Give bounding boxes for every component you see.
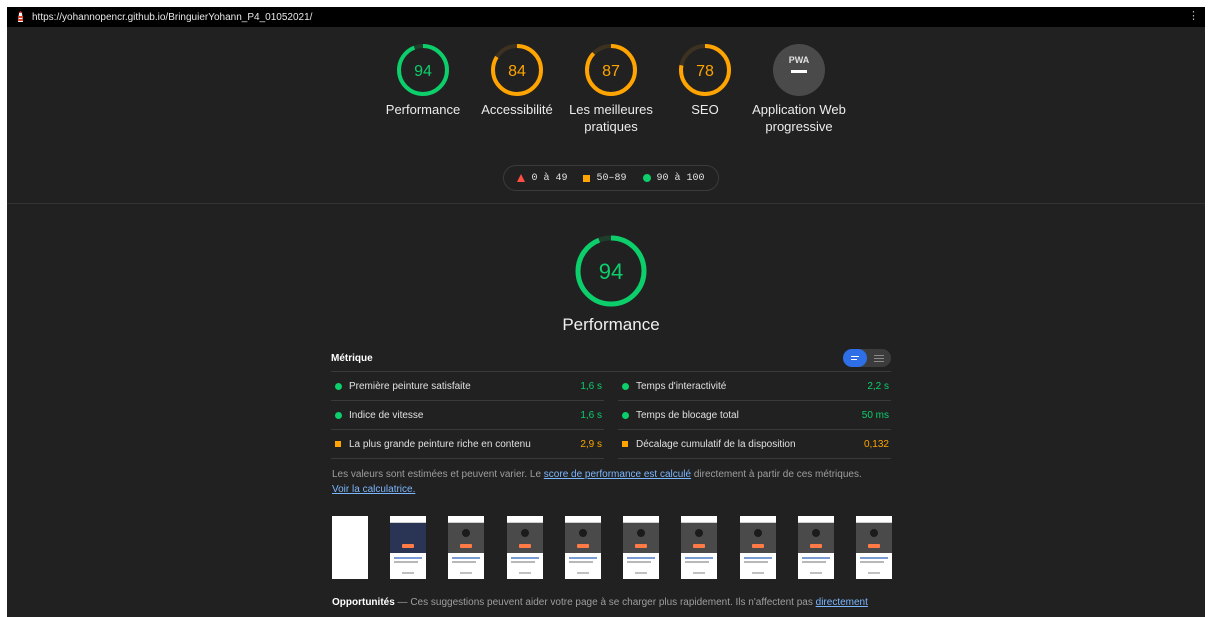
score-gauge: 94 bbox=[575, 235, 647, 307]
metric-value: 1,6 s bbox=[580, 380, 602, 392]
pass-dot-icon bbox=[335, 411, 342, 419]
metric-name: Première peinture satisfaite bbox=[349, 380, 471, 392]
filmstrip-frame bbox=[448, 516, 485, 579]
filmstrip-frame bbox=[681, 516, 718, 579]
gauge-score: 94 bbox=[414, 63, 432, 80]
metric-first-contentful-paint: Première peinture satisfaite 1,6 s bbox=[331, 372, 604, 401]
report-url[interactable]: https://yohannopencr.github.io/Bringuier… bbox=[32, 12, 312, 23]
lighthouse-icon bbox=[18, 11, 23, 22]
metrics-section: Métrique Première peinture satisfaite 1,… bbox=[331, 345, 891, 459]
metric-name: Temps de blocage total bbox=[636, 409, 739, 421]
pass-dot-icon bbox=[622, 411, 629, 419]
pwa-icon: PWA bbox=[773, 44, 825, 96]
metric-value: 0,132 bbox=[863, 438, 889, 450]
performance-title: Performance bbox=[562, 315, 660, 334]
gauge-label: Les meilleures pratiques bbox=[569, 102, 653, 134]
metric-cumulative-layout-shift: Décalage cumulatif de la disposition 0,1… bbox=[618, 430, 891, 459]
legend-pass: 90 à 100 bbox=[642, 172, 705, 184]
score-gauge: 87 bbox=[585, 44, 637, 96]
pass-dot-icon bbox=[335, 382, 342, 390]
metric-value: 2,9 s bbox=[580, 438, 602, 450]
metrics-column-right: Temps d'interactivité 2,2 s Temps de blo… bbox=[618, 372, 891, 459]
opportunities-section: Opportunités — Ces suggestions peuvent a… bbox=[332, 597, 892, 608]
gauge-label: Performance bbox=[385, 102, 461, 117]
pwa-badge: PWA bbox=[789, 55, 810, 65]
gauge-performance[interactable]: 94 Performance bbox=[373, 43, 473, 118]
filmstrip bbox=[332, 516, 892, 579]
metric-name: La plus grande peinture riche en contenu bbox=[349, 438, 531, 450]
calculator-link[interactable]: Voir la calculatrice. bbox=[332, 484, 415, 495]
gauge-seo[interactable]: 78 SEO bbox=[655, 43, 755, 118]
score-legend: 0 à 49 50–89 90 à 100 bbox=[503, 165, 719, 191]
score-gauge: 84 bbox=[491, 44, 543, 96]
metrics-note: Les valeurs sont estimées et peuvent var… bbox=[332, 467, 892, 497]
filmstrip-frame bbox=[739, 516, 776, 579]
metrics-heading: Métrique bbox=[331, 352, 373, 364]
metric-value: 1,6 s bbox=[580, 409, 602, 421]
pass-dot-icon bbox=[622, 382, 629, 390]
gauge-score: 94 bbox=[599, 259, 623, 284]
metric-value: 50 ms bbox=[861, 409, 889, 421]
triangle-icon bbox=[517, 174, 526, 182]
gauge-label: Application Web progressive bbox=[752, 102, 846, 134]
expanded-view-button[interactable] bbox=[867, 349, 891, 367]
more-options-icon[interactable]: ⋮ bbox=[1188, 10, 1199, 22]
compact-list-icon bbox=[851, 356, 859, 360]
legend-fail: 0 à 49 bbox=[517, 173, 567, 184]
opportunities-text: — Ces suggestions peuvent aider votre pa… bbox=[394, 597, 816, 608]
metric-speed-index: Indice de vitesse 1,6 s bbox=[331, 401, 604, 430]
report-topbar: https://yohannopencr.github.io/Bringuier… bbox=[7, 7, 1205, 27]
score-gauge: 94 bbox=[397, 44, 449, 96]
section-divider bbox=[7, 203, 1205, 204]
opportunities-link[interactable]: directement bbox=[816, 597, 868, 608]
filmstrip-frame bbox=[623, 516, 660, 579]
gauge-pwa[interactable]: PWA Application Web progressive bbox=[749, 43, 849, 135]
gauge-score: 87 bbox=[602, 63, 620, 80]
legend-pass-label: 90 à 100 bbox=[656, 172, 705, 184]
average-square-icon bbox=[335, 441, 341, 447]
metric-name: Décalage cumulatif de la disposition bbox=[636, 438, 796, 450]
metric-total-blocking-time: Temps de blocage total 50 ms bbox=[618, 401, 891, 430]
compact-view-button[interactable] bbox=[843, 349, 867, 367]
metric-name: Temps d'interactivité bbox=[636, 380, 727, 392]
filmstrip-frame bbox=[390, 516, 427, 579]
filmstrip-frame bbox=[332, 516, 368, 579]
square-icon bbox=[583, 174, 591, 182]
filmstrip-frame bbox=[855, 516, 892, 579]
gauge-accessibility[interactable]: 84 Accessibilité bbox=[467, 43, 567, 118]
opportunities-title: Opportunités bbox=[332, 597, 395, 608]
metric-largest-contentful-paint: La plus grande peinture riche en contenu… bbox=[331, 430, 604, 459]
metrics-header: Métrique bbox=[331, 345, 891, 372]
filmstrip-frame bbox=[564, 516, 601, 579]
metrics-column-left: Première peinture satisfaite 1,6 s Indic… bbox=[331, 372, 604, 459]
note-text: Les valeurs sont estimées et peuvent var… bbox=[332, 469, 544, 480]
metrics-view-toggle[interactable] bbox=[843, 349, 891, 367]
gauge-score: 78 bbox=[696, 63, 714, 80]
gauge-score: 84 bbox=[508, 63, 526, 80]
filmstrip-frame bbox=[506, 516, 543, 579]
score-gauge: 78 bbox=[679, 44, 731, 96]
metrics-grid: Première peinture satisfaite 1,6 s Indic… bbox=[331, 372, 891, 459]
gauge-label: SEO bbox=[691, 102, 719, 117]
gauge-label: Accessibilité bbox=[481, 102, 553, 117]
performance-gauge: 94 bbox=[561, 233, 661, 314]
legend-average-label: 50–89 bbox=[596, 172, 627, 184]
gauge-best-practices[interactable]: 87 Les meilleures pratiques bbox=[561, 43, 661, 135]
score-calculated-link[interactable]: score de performance est calculé bbox=[544, 469, 691, 480]
average-square-icon bbox=[622, 441, 628, 447]
filmstrip-frame bbox=[797, 516, 834, 579]
legend-fail-label: 0 à 49 bbox=[531, 172, 568, 184]
metric-name: Indice de vitesse bbox=[349, 409, 424, 421]
lighthouse-report: https://yohannopencr.github.io/Bringuier… bbox=[7, 7, 1205, 617]
note-text-after: directement à partir de ces métriques. bbox=[691, 469, 862, 480]
circle-icon bbox=[642, 174, 651, 182]
metric-value: 2,2 s bbox=[867, 380, 889, 392]
expanded-list-icon bbox=[874, 354, 884, 362]
metric-time-to-interactive: Temps d'interactivité 2,2 s bbox=[618, 372, 891, 401]
legend-average: 50–89 bbox=[583, 172, 627, 184]
